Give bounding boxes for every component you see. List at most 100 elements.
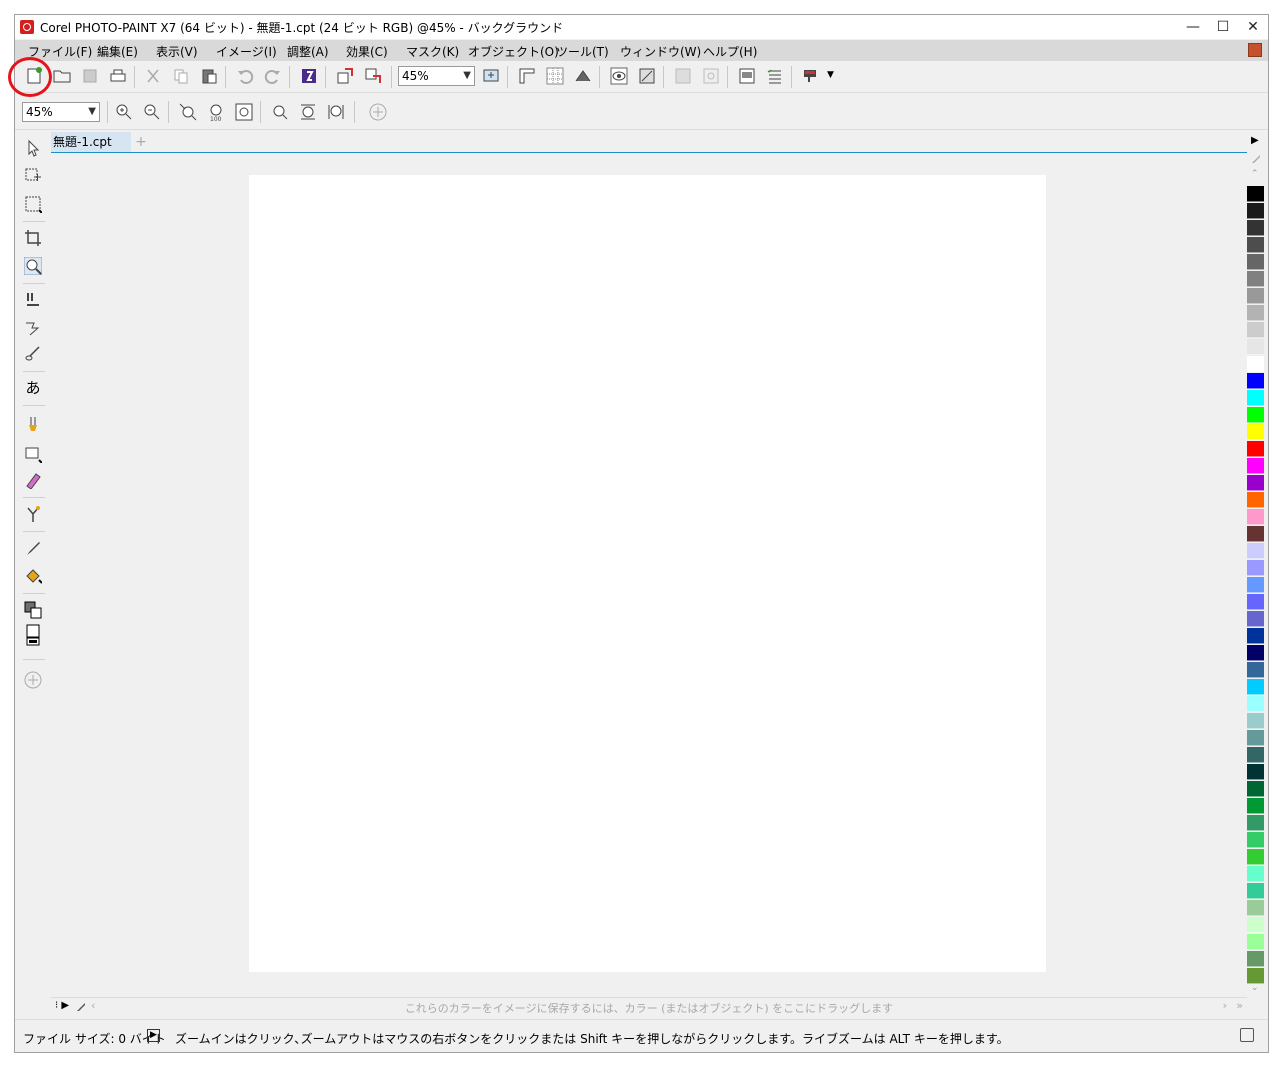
rectangle-tool-icon[interactable] (24, 445, 42, 463)
color-swatch[interactable] (1247, 645, 1264, 661)
color-swatch[interactable] (1247, 322, 1264, 338)
mask-overlay-icon[interactable] (701, 66, 721, 86)
color-swatch[interactable] (1247, 390, 1264, 406)
color-swatch[interactable] (1247, 288, 1264, 304)
zoom-level-select[interactable]: 45% ▼ (22, 102, 100, 122)
zoom-selected-icon[interactable] (178, 102, 198, 122)
color-swatch[interactable] (1247, 730, 1264, 746)
color-swatch[interactable] (1247, 781, 1264, 797)
show-objects-icon[interactable] (609, 66, 629, 86)
color-swatch[interactable] (1247, 900, 1264, 916)
color-swatch[interactable] (1247, 968, 1264, 984)
eraser-tool-icon[interactable] (24, 471, 42, 489)
color-swatch[interactable] (1247, 305, 1264, 321)
color-swatch[interactable] (1247, 662, 1264, 678)
menu-tools[interactable]: ツール(T) (556, 43, 609, 60)
image-page[interactable] (249, 175, 1046, 972)
color-swatch[interactable] (1247, 917, 1264, 933)
color-proof-icon[interactable] (1240, 1028, 1254, 1042)
print-icon[interactable] (108, 66, 128, 86)
paste-icon[interactable] (199, 66, 219, 86)
redo-icon[interactable] (263, 66, 283, 86)
color-swatch[interactable] (1247, 560, 1264, 576)
menu-effects[interactable]: 効果(C) (346, 43, 388, 60)
pick-tool-icon[interactable] (24, 139, 42, 157)
undo-icon[interactable] (235, 66, 255, 86)
color-swatch[interactable] (1247, 441, 1264, 457)
color-swatch[interactable] (1247, 764, 1264, 780)
color-swatch[interactable] (1247, 475, 1264, 491)
color-swatch[interactable] (1247, 713, 1264, 729)
crop-tool-icon[interactable] (24, 229, 42, 247)
show-masks-icon[interactable] (637, 66, 657, 86)
zoom-out-icon[interactable] (142, 102, 162, 122)
menu-image[interactable]: イメージ(I) (216, 43, 277, 60)
grid-icon[interactable] (545, 66, 565, 86)
color-replacer-icon[interactable] (24, 505, 42, 523)
add-tool-icon[interactable] (24, 671, 42, 689)
add-icon[interactable] (368, 102, 388, 122)
palette-eyedropper-icon[interactable] (1250, 153, 1262, 165)
open-folder-icon[interactable] (52, 66, 72, 86)
color-swatch[interactable] (1247, 866, 1264, 882)
color-swatch[interactable] (1247, 747, 1264, 763)
color-swatch[interactable] (1247, 832, 1264, 848)
menu-help[interactable]: ヘルプ(H) (703, 43, 757, 60)
full-screen-preview-icon[interactable] (481, 66, 501, 86)
color-swatch[interactable] (1247, 373, 1264, 389)
cut-icon[interactable] (143, 66, 163, 86)
fill-outline-color-swatch-icon[interactable] (24, 601, 42, 619)
eyedropper-tool-icon[interactable] (24, 539, 42, 557)
color-swatch[interactable] (1247, 237, 1264, 253)
rulers-icon[interactable] (517, 66, 537, 86)
application-launcher-icon[interactable] (801, 66, 821, 86)
corel-app-icon[interactable] (20, 20, 34, 34)
paint-brush-icon[interactable] (24, 345, 42, 363)
menu-view[interactable]: 表示(V) (156, 43, 198, 60)
copy-icon[interactable] (171, 66, 191, 86)
color-swatch[interactable] (1247, 951, 1264, 967)
palette-scroll-down-icon[interactable]: ⌄ (1251, 983, 1259, 993)
color-swatch[interactable] (1247, 203, 1264, 219)
zoom-tool-icon[interactable] (24, 257, 42, 275)
text-tool-icon[interactable]: あ (24, 379, 42, 397)
tab-document[interactable]: 無題-1.cpt (51, 132, 131, 152)
close-button[interactable]: ✕ (1238, 15, 1268, 39)
save-icon[interactable] (80, 66, 100, 86)
palette-scroll-up-icon[interactable]: ⌃ (1251, 169, 1259, 179)
color-swatch[interactable] (1247, 220, 1264, 236)
guidelines-icon[interactable] (573, 66, 593, 86)
effect-tool-icon[interactable] (24, 415, 42, 433)
zoom-to-width-icon[interactable] (270, 102, 290, 122)
zoom-level-select[interactable]: 45% ▼ (398, 66, 475, 86)
menu-window[interactable]: ウィンドウ(W) (620, 43, 701, 60)
color-swatch[interactable] (1247, 577, 1264, 593)
fill-tool-icon[interactable] (24, 567, 42, 585)
color-swatch[interactable] (1247, 883, 1264, 899)
color-swatch[interactable] (1247, 509, 1264, 525)
launcher-dropdown-icon[interactable]: ▼ (827, 70, 834, 80)
palette-flyout-arrow-icon[interactable]: ▶ (1251, 135, 1259, 146)
maximize-button[interactable]: ☐ (1208, 15, 1238, 39)
color-swatch[interactable] (1247, 254, 1264, 270)
touch-up-brush-icon[interactable] (24, 319, 42, 337)
color-swatch[interactable] (1247, 271, 1264, 287)
color-swatch[interactable] (1247, 849, 1264, 865)
lens-icon[interactable] (673, 66, 693, 86)
status-flyout-icon[interactable]: ▶ (147, 1029, 160, 1042)
scroll-end-icon[interactable]: » (1236, 999, 1243, 1012)
menu-mask[interactable]: マスク(K) (406, 43, 459, 60)
menu-adjust[interactable]: 調整(A) (287, 43, 329, 60)
zoom-to-fit-icon[interactable] (234, 102, 254, 122)
color-swatch[interactable] (1247, 356, 1264, 372)
color-swatch[interactable] (1247, 543, 1264, 559)
color-swatch[interactable] (1247, 186, 1264, 202)
reset-colors-icon[interactable] (24, 637, 42, 647)
color-swatch[interactable] (1247, 934, 1264, 950)
menu-edit[interactable]: 編集(E) (97, 43, 138, 60)
mask-rectangle-tool-icon[interactable] (24, 195, 42, 213)
menu-object[interactable]: オブジェクト(O) (468, 43, 559, 60)
color-swatch[interactable] (1247, 339, 1264, 355)
docker-icon[interactable] (737, 66, 757, 86)
color-swatch[interactable] (1247, 492, 1264, 508)
